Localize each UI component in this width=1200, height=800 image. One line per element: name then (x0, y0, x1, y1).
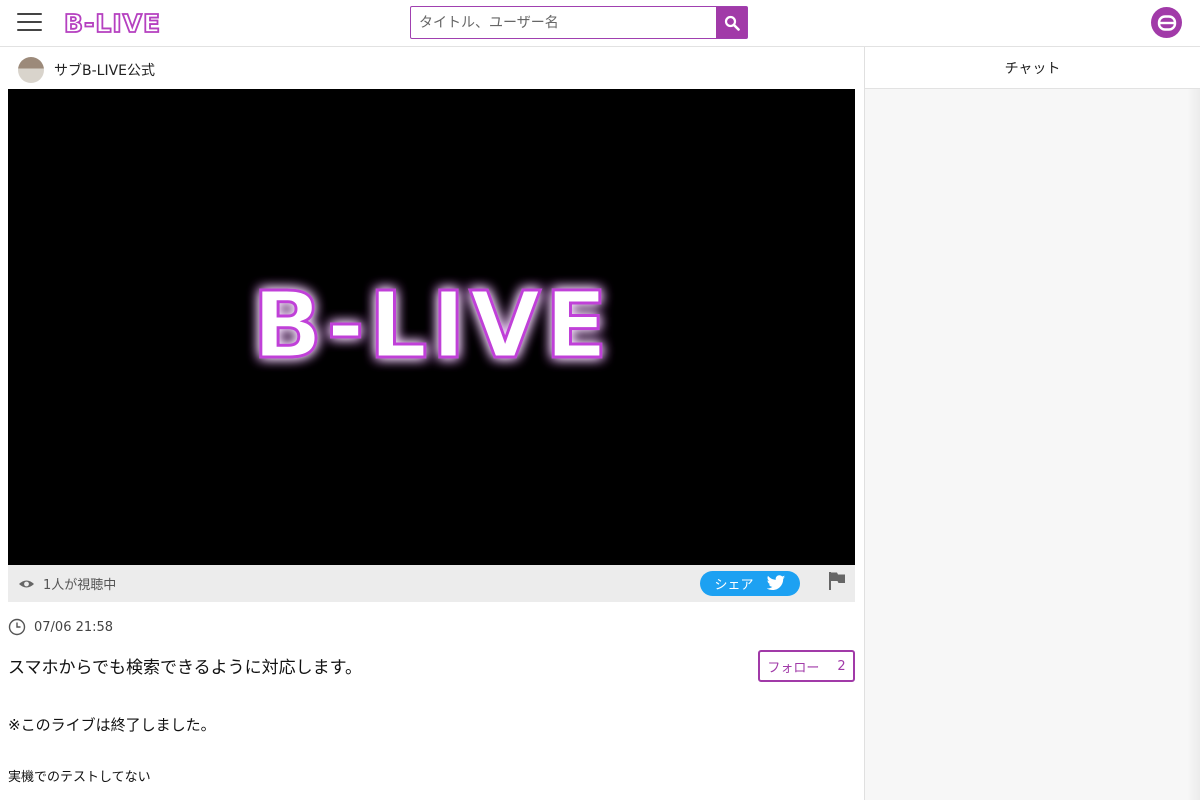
share-label: シェア (714, 578, 754, 593)
svg-text:B-LIVE: B-LIVE (64, 9, 161, 37)
stream-time: 07/06 21:58 (8, 618, 113, 636)
clock-icon (8, 618, 26, 636)
chat-title: チャット (1004, 60, 1061, 77)
menu-icon[interactable] (17, 13, 42, 33)
flag-icon (829, 572, 845, 590)
search-bar (410, 6, 748, 39)
stream-description: 実機でのテストしてない (8, 770, 151, 785)
video-logo: B-LIVE (250, 272, 611, 381)
chat-scroll-edge (1187, 89, 1200, 800)
follow-count: 2 (837, 658, 846, 674)
search-icon (724, 15, 740, 31)
share-button[interactable]: シェア (700, 571, 800, 596)
stream-time-text: 07/06 21:58 (34, 619, 114, 635)
search-button[interactable] (716, 7, 747, 38)
search-input[interactable] (411, 7, 716, 38)
report-button[interactable] (828, 571, 846, 595)
stream-title: スマホからでも検索できるように対応します。 (8, 658, 362, 678)
follow-label: フォロー (767, 660, 820, 676)
channel-info[interactable]: サブB-LIVE公式 (18, 57, 155, 83)
viewer-count: 1人が視聴中 (18, 574, 116, 593)
chat-messages[interactable] (865, 89, 1200, 800)
follow-button[interactable]: フォロー 2 (758, 650, 855, 682)
user-icon (1157, 14, 1176, 31)
ended-notice: ※このライブは終了しました。 (8, 716, 216, 734)
avatar[interactable] (18, 57, 44, 83)
chat-panel: チャット (864, 47, 1200, 800)
main-content: サブB-LIVE公式 B-LIVE 1人が視聴中 シェア 07/06 21:58… (0, 48, 864, 800)
channel-name[interactable]: サブB-LIVE公式 (54, 60, 155, 80)
site-logo[interactable]: B-LIVE (62, 9, 210, 37)
chat-header: チャット (865, 47, 1200, 89)
twitter-icon (766, 575, 785, 590)
viewer-count-text: 1人が視聴中 (43, 578, 117, 593)
svg-text:B-LIVE: B-LIVE (252, 272, 611, 379)
top-header: B-LIVE (0, 0, 1200, 47)
video-info-bar: 1人が視聴中 シェア (8, 565, 855, 602)
user-menu-button[interactable] (1151, 7, 1182, 38)
eye-icon (19, 580, 34, 587)
video-player[interactable]: B-LIVE (8, 89, 855, 565)
